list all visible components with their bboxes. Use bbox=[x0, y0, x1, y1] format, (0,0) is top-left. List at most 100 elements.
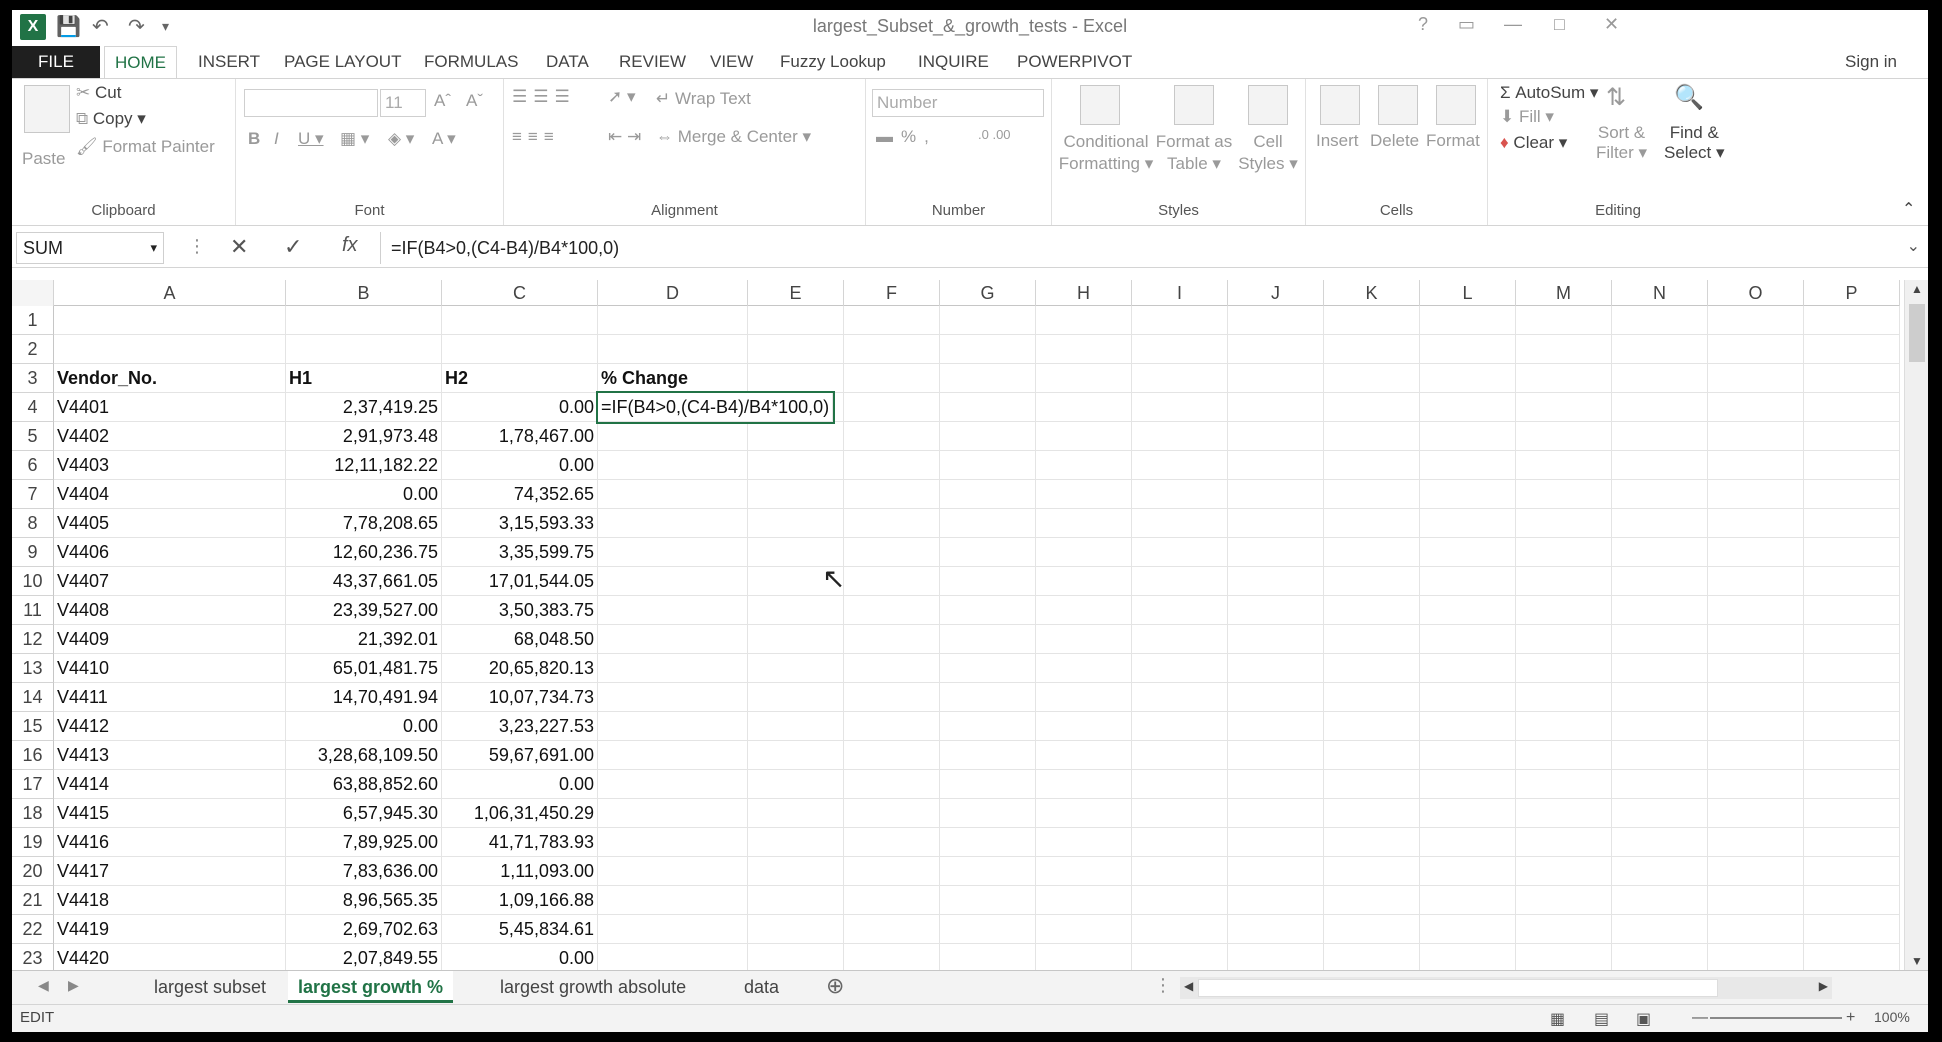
grid-cell[interactable] bbox=[1132, 306, 1228, 335]
h2-cell[interactable]: 3,35,599.75 bbox=[442, 538, 598, 567]
h1-cell[interactable]: 12,11,182.22 bbox=[286, 451, 442, 480]
vendor-cell[interactable]: V4410 bbox=[54, 654, 286, 683]
grid-cell[interactable] bbox=[598, 944, 748, 970]
grid-cell[interactable] bbox=[844, 654, 940, 683]
grid-cell[interactable] bbox=[1420, 480, 1516, 509]
orientation-icon[interactable]: ➚ ▾ bbox=[608, 87, 636, 107]
vendor-cell[interactable]: V4404 bbox=[54, 480, 286, 509]
grid-cell[interactable] bbox=[1228, 712, 1324, 741]
h1-cell[interactable]: 2,91,973.48 bbox=[286, 422, 442, 451]
h1-cell[interactable]: 7,83,636.00 bbox=[286, 857, 442, 886]
grid-cell[interactable] bbox=[1324, 393, 1420, 422]
row-header[interactable]: 15 bbox=[12, 712, 54, 741]
grid-cell[interactable] bbox=[1612, 306, 1708, 335]
header-pct-change[interactable]: % Change bbox=[598, 364, 748, 393]
tab-inquire[interactable]: INQUIRE bbox=[918, 46, 989, 78]
grid-cell[interactable] bbox=[1036, 393, 1132, 422]
vendor-cell[interactable]: V4417 bbox=[54, 857, 286, 886]
grid-cell[interactable] bbox=[1036, 683, 1132, 712]
tab-formulas[interactable]: FORMULAS bbox=[424, 46, 518, 78]
grid-cell[interactable] bbox=[1612, 480, 1708, 509]
vendor-cell[interactable]: V4413 bbox=[54, 741, 286, 770]
grid-cell[interactable] bbox=[1036, 538, 1132, 567]
grid-cell[interactable] bbox=[1516, 335, 1612, 364]
grid-cell[interactable] bbox=[1036, 915, 1132, 944]
grid-cell[interactable] bbox=[1132, 828, 1228, 857]
grid-cell[interactable] bbox=[1324, 422, 1420, 451]
h2-cell[interactable]: 1,11,093.00 bbox=[442, 857, 598, 886]
row-header[interactable]: 6 bbox=[12, 451, 54, 480]
vendor-cell[interactable]: V4403 bbox=[54, 451, 286, 480]
vendor-cell[interactable]: V4411 bbox=[54, 683, 286, 712]
column-header-b[interactable]: B bbox=[286, 280, 442, 306]
collapse-ribbon-icon[interactable]: ⌃ bbox=[1902, 199, 1915, 219]
grid-cell[interactable] bbox=[1708, 741, 1804, 770]
vendor-cell[interactable]: V4419 bbox=[54, 915, 286, 944]
vendor-cell[interactable]: V4416 bbox=[54, 828, 286, 857]
vertical-scrollbar[interactable]: ▲ ▼ bbox=[1904, 280, 1928, 970]
grid-cell[interactable] bbox=[1324, 654, 1420, 683]
grid-cell[interactable] bbox=[1036, 886, 1132, 915]
grid-cell[interactable] bbox=[940, 306, 1036, 335]
grid-cell[interactable] bbox=[1420, 857, 1516, 886]
grid-cell[interactable] bbox=[1804, 393, 1900, 422]
grid-cell[interactable] bbox=[748, 509, 844, 538]
grid-cell[interactable] bbox=[598, 886, 748, 915]
format-as-table-icon[interactable] bbox=[1174, 85, 1214, 125]
format-painter-button[interactable]: 🖌 Format Painter bbox=[76, 137, 215, 157]
help-icon[interactable]: ? bbox=[1418, 14, 1428, 35]
row-header[interactable]: 8 bbox=[12, 509, 54, 538]
grid-cell[interactable] bbox=[286, 306, 442, 335]
grid-cell[interactable] bbox=[1228, 306, 1324, 335]
grid-cell[interactable] bbox=[748, 335, 844, 364]
row-header[interactable]: 9 bbox=[12, 538, 54, 567]
grid-cell[interactable] bbox=[1516, 422, 1612, 451]
grid-cell[interactable] bbox=[442, 306, 598, 335]
scroll-right-icon[interactable]: ▶ bbox=[1819, 979, 1828, 993]
grid-cell[interactable] bbox=[1420, 625, 1516, 654]
grid-cell[interactable] bbox=[1420, 364, 1516, 393]
grid-cell[interactable] bbox=[1132, 335, 1228, 364]
grid-cell[interactable] bbox=[1036, 567, 1132, 596]
grid-cell[interactable] bbox=[1804, 944, 1900, 970]
next-sheet-icon[interactable]: ▶ bbox=[68, 977, 79, 994]
grid-cell[interactable] bbox=[1228, 915, 1324, 944]
grid-cell[interactable] bbox=[844, 422, 940, 451]
column-header-d[interactable]: D bbox=[598, 280, 748, 306]
tab-view[interactable]: VIEW bbox=[710, 46, 753, 78]
grid-cell[interactable] bbox=[748, 741, 844, 770]
grid-cell[interactable] bbox=[748, 364, 844, 393]
grid-cell[interactable] bbox=[1036, 741, 1132, 770]
grid-cell[interactable] bbox=[1228, 944, 1324, 970]
grid-cell[interactable] bbox=[1324, 364, 1420, 393]
grid-cell[interactable] bbox=[1132, 741, 1228, 770]
h2-cell[interactable]: 0.00 bbox=[442, 451, 598, 480]
grid-cell[interactable] bbox=[748, 422, 844, 451]
h2-cell[interactable]: 0.00 bbox=[442, 770, 598, 799]
grid-cell[interactable] bbox=[1132, 915, 1228, 944]
vendor-cell[interactable]: V4409 bbox=[54, 625, 286, 654]
grid-cell[interactable] bbox=[1516, 712, 1612, 741]
grid-cell[interactable] bbox=[1516, 857, 1612, 886]
grid-cell[interactable] bbox=[1612, 451, 1708, 480]
h2-cell[interactable]: 3,15,593.33 bbox=[442, 509, 598, 538]
h1-cell[interactable]: 65,01,481.75 bbox=[286, 654, 442, 683]
grid-cell[interactable] bbox=[1612, 393, 1708, 422]
grid-cell[interactable] bbox=[1132, 509, 1228, 538]
grid-cell[interactable] bbox=[1132, 480, 1228, 509]
grid-cell[interactable] bbox=[1228, 451, 1324, 480]
grid-cell[interactable] bbox=[844, 451, 940, 480]
find-select-button[interactable]: Find & Select ▾ bbox=[1664, 123, 1725, 163]
grid-cell[interactable] bbox=[598, 712, 748, 741]
grid-cell[interactable] bbox=[1036, 422, 1132, 451]
grid-cell[interactable] bbox=[844, 393, 940, 422]
grid-cell[interactable] bbox=[1420, 451, 1516, 480]
grid-cell[interactable] bbox=[598, 422, 748, 451]
row-header[interactable]: 7 bbox=[12, 480, 54, 509]
grid-cell[interactable] bbox=[1228, 509, 1324, 538]
h1-cell[interactable]: 2,07,849.55 bbox=[286, 944, 442, 970]
increase-font-icon[interactable]: Aˆ bbox=[434, 91, 451, 111]
scroll-down-icon[interactable]: ▼ bbox=[1911, 954, 1923, 968]
grid-cell[interactable] bbox=[1516, 654, 1612, 683]
column-header-g[interactable]: G bbox=[940, 280, 1036, 306]
